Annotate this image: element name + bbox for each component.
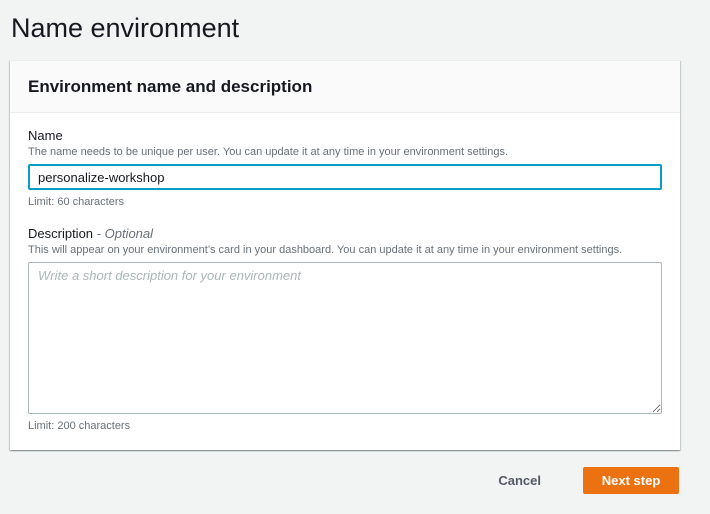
panel-header: Environment name and description: [10, 61, 680, 113]
optional-label: - Optional: [96, 226, 154, 241]
description-textarea[interactable]: [28, 262, 662, 414]
name-constraint: Limit: 60 characters: [28, 196, 124, 208]
description-field: Description - Optional This will appear …: [28, 226, 662, 433]
description-label-row: Description - Optional: [28, 226, 662, 242]
name-field: Name The name needs to be unique per use…: [28, 128, 662, 209]
environment-form-panel: Environment name and description Name Th…: [10, 60, 680, 450]
description-constraint: Limit: 200 characters: [28, 420, 131, 432]
panel-body: Name The name needs to be unique per use…: [10, 113, 680, 433]
name-label: Name: [28, 128, 63, 143]
name-description: The name needs to be unique per user. Yo…: [28, 146, 509, 158]
next-step-button[interactable]: Next step: [583, 467, 679, 494]
form-actions: Cancel Next step: [498, 467, 679, 494]
description-help-text: This will appear on your environment’s c…: [28, 244, 623, 256]
cancel-button[interactable]: Cancel: [498, 467, 541, 494]
panel-title: Environment name and description: [28, 77, 313, 96]
page-title: Name environment: [11, 13, 240, 43]
description-label: Description: [28, 226, 94, 241]
name-input[interactable]: [28, 164, 662, 190]
